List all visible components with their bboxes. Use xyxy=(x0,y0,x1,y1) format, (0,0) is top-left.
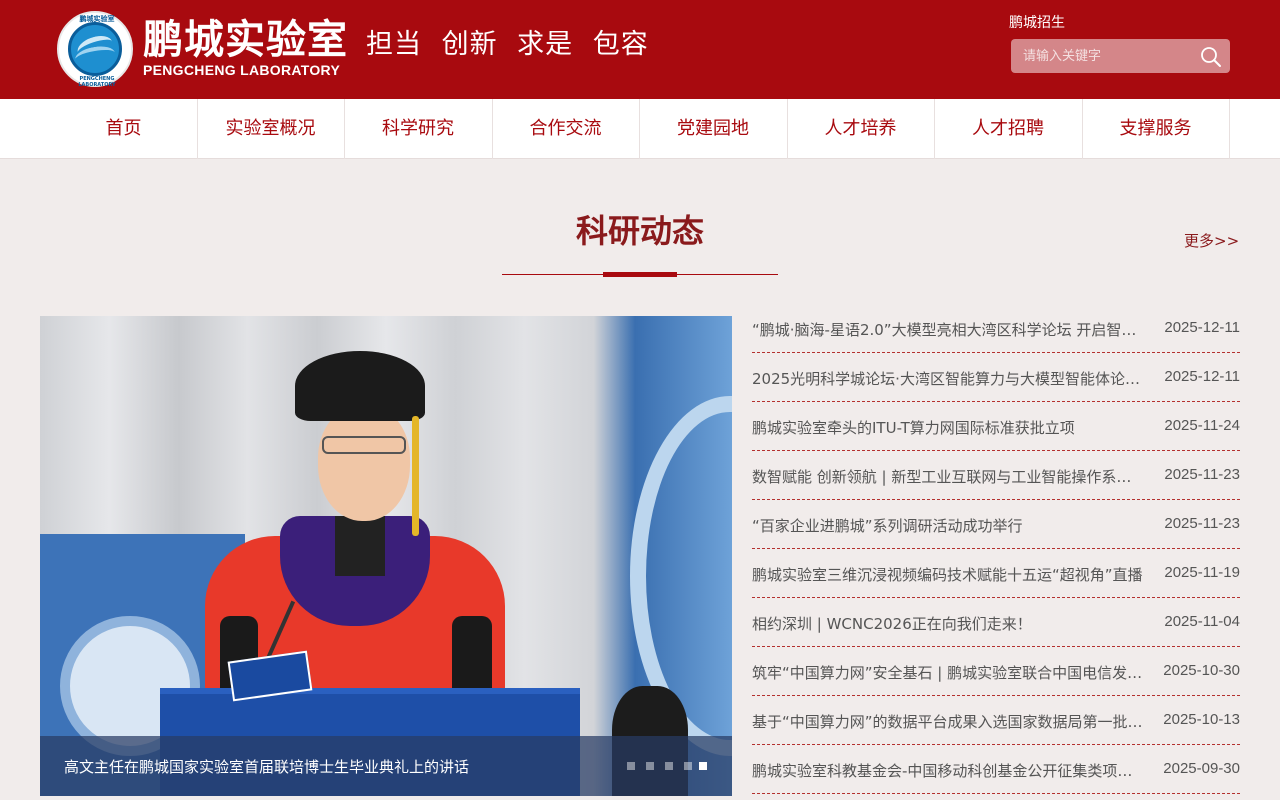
logo-english-name[interactable]: PENGCHENG LABORATORY xyxy=(143,62,340,78)
nav-item-overview[interactable]: 实验室概况 xyxy=(197,99,344,159)
news-title[interactable]: 鹏城实验室牵头的ITU-T算力网国际标准获批立项 xyxy=(752,417,1144,438)
news-title[interactable]: “鹏城·脑海-星语2.0”大模型亮相大湾区科学论坛 开启智能新篇章 xyxy=(752,319,1144,340)
news-title[interactable]: 相约深圳 | WCNC2026正在向我们走来！ xyxy=(752,613,1144,634)
more-link[interactable]: 更多>> xyxy=(1184,230,1239,251)
speaker-shirt xyxy=(335,516,385,576)
slide-dot[interactable] xyxy=(665,762,673,770)
title-accent-bar xyxy=(603,272,677,277)
search-icon[interactable] xyxy=(1200,46,1222,68)
logo-chinese-name[interactable]: 鹏城实验室 xyxy=(143,17,348,63)
slide-dot-active[interactable] xyxy=(699,762,707,770)
site-header: 鹏城实验室 PENGCHENG LABORATORY 鹏城实验室 PENGCHE… xyxy=(0,0,1280,99)
news-title[interactable]: 2025光明科学城论坛·大湾区智能算力与大模型智能体论坛成功举办 xyxy=(752,368,1144,389)
news-item[interactable]: 鹏城实验室科教基金会-中国移动科创基金公开征集类项目启动 2025-09-30 xyxy=(752,745,1240,794)
news-item[interactable]: 基于“中国算力网”的数据平台成果入选国家数据局第一批典型案例 2025-10-1… xyxy=(752,696,1240,745)
news-title[interactable]: 筑牢“中国算力网”安全基石 | 鹏城实验室联合中国电信发布成果 xyxy=(752,662,1144,683)
news-title[interactable]: 基于“中国算力网”的数据平台成果入选国家数据局第一批典型案例 xyxy=(752,711,1144,732)
news-item[interactable]: 2025光明科学城论坛·大湾区智能算力与大模型智能体论坛成功举办 2025-12… xyxy=(752,353,1240,402)
emblem-text-bottom: PENGCHENG LABORATORY xyxy=(78,76,116,88)
nav-divider xyxy=(1229,99,1230,159)
news-item[interactable]: “鹏城·脑海-星语2.0”大模型亮相大湾区科学论坛 开启智能新篇章 2025-1… xyxy=(752,304,1240,353)
section-title: 科研动态 xyxy=(575,212,704,250)
nav-item-research[interactable]: 科学研究 xyxy=(344,99,492,159)
news-item[interactable]: 数智赋能 创新领航 | 新型工业互联网与工业智能操作系统研讨会 2025-11-… xyxy=(752,451,1240,500)
news-item[interactable]: 筑牢“中国算力网”安全基石 | 鹏城实验室联合中国电信发布成果 2025-10-… xyxy=(752,647,1240,696)
slide-caption-bar: 高文主任在鹏城国家实验室首届联培博士生毕业典礼上的讲话 xyxy=(40,736,732,796)
news-item[interactable]: 鹏城实验室三维沉浸视频编码技术赋能十五运“超视角”直播 2025-11-19 xyxy=(752,549,1240,598)
slide-caption[interactable]: 高文主任在鹏城国家实验室首届联培博士生毕业典礼上的讲话 xyxy=(64,756,469,777)
news-date: 2025-11-19 xyxy=(1164,564,1240,581)
news-date: 2025-10-30 xyxy=(1163,662,1240,679)
lab-slogan: 担当 创新 求是 包容 xyxy=(366,29,649,60)
news-date: 2025-12-11 xyxy=(1164,319,1240,336)
nav-item-recruitment[interactable]: 人才招聘 xyxy=(934,99,1082,159)
speaker-face xyxy=(318,406,410,521)
news-date: 2025-10-13 xyxy=(1163,711,1240,728)
nav-item-talent-training[interactable]: 人才培养 xyxy=(787,99,934,159)
lab-emblem-logo[interactable]: 鹏城实验室 PENGCHENG LABORATORY xyxy=(57,11,133,88)
news-slider[interactable]: 高文主任在鹏城国家实验室首届联培博士生毕业典礼上的讲话 xyxy=(40,316,732,796)
slide-dot[interactable] xyxy=(646,762,654,770)
news-date: 2025-09-30 xyxy=(1163,760,1240,777)
news-title[interactable]: 鹏城实验室科教基金会-中国移动科创基金公开征集类项目启动 xyxy=(752,760,1144,781)
speaker-glasses xyxy=(322,436,406,454)
nav-item-party-building[interactable]: 党建园地 xyxy=(639,99,787,159)
main-navigation: 首页 实验室概况 科学研究 合作交流 党建园地 人才培养 人才招聘 支撑服务 xyxy=(0,99,1280,159)
cap-tassel xyxy=(412,416,419,536)
news-title[interactable]: “百家企业进鹏城”系列调研活动成功举行 xyxy=(752,515,1144,536)
news-title[interactable]: 鹏城实验室三维沉浸视频编码技术赋能十五运“超视角”直播 xyxy=(752,564,1144,585)
news-date: 2025-11-23 xyxy=(1164,466,1240,483)
search-box xyxy=(1011,39,1230,73)
nav-item-cooperation[interactable]: 合作交流 xyxy=(492,99,639,159)
news-date: 2025-11-23 xyxy=(1164,515,1240,532)
slide-dot[interactable] xyxy=(684,762,692,770)
news-title[interactable]: 数智赋能 创新领航 | 新型工业互联网与工业智能操作系统研讨会 xyxy=(752,466,1144,487)
nav-item-support-services[interactable]: 支撑服务 xyxy=(1082,99,1229,159)
search-input[interactable] xyxy=(1011,39,1195,73)
news-date: 2025-11-24 xyxy=(1164,417,1240,434)
news-date: 2025-12-11 xyxy=(1164,368,1240,385)
speaker-cap xyxy=(295,351,425,421)
news-item[interactable]: 鹏城实验室牵头的ITU-T算力网国际标准获批立项 2025-11-24 xyxy=(752,402,1240,451)
news-date: 2025-11-04 xyxy=(1164,613,1240,630)
nav-item-home[interactable]: 首页 xyxy=(50,99,197,159)
recruitment-link[interactable]: 鹏城招生 xyxy=(1009,12,1065,32)
news-item[interactable]: 相约深圳 | WCNC2026正在向我们走来！ 2025-11-04 xyxy=(752,598,1240,647)
news-item[interactable]: “百家企业进鹏城”系列调研活动成功举行 2025-11-23 xyxy=(752,500,1240,549)
slide-dot[interactable] xyxy=(627,762,635,770)
